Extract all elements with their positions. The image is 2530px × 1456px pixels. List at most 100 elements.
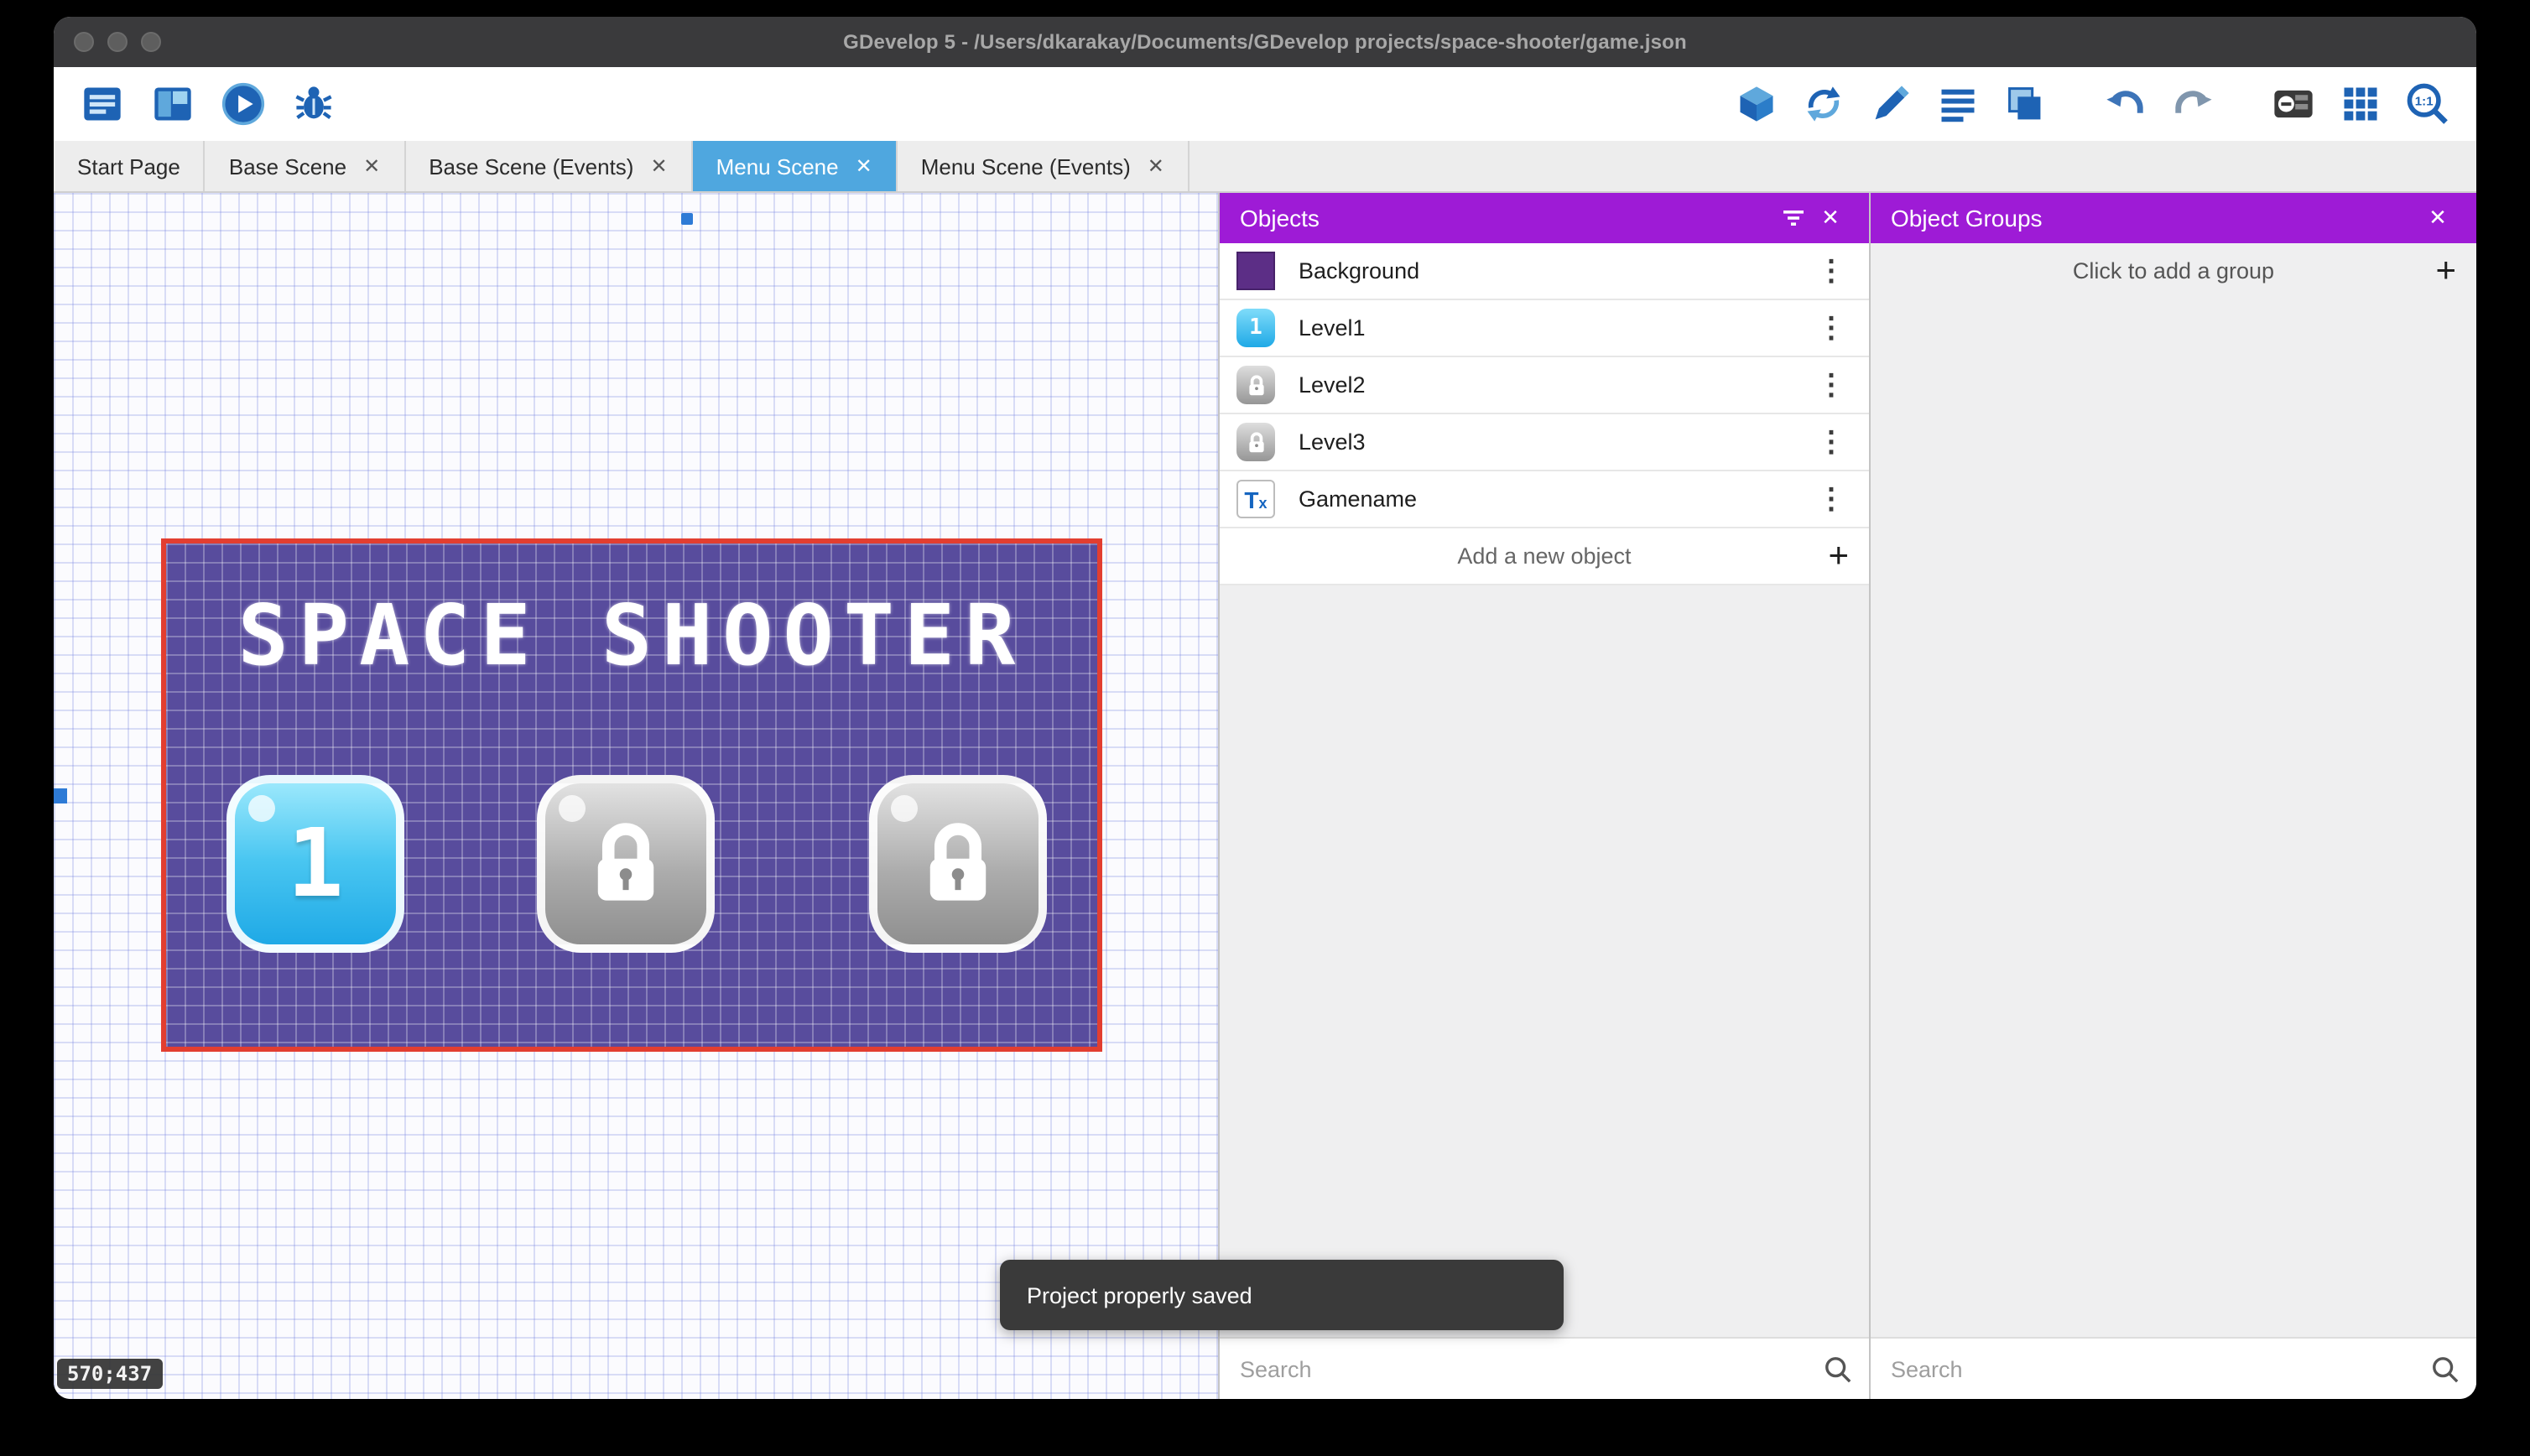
- redo-icon: [2169, 82, 2216, 126]
- scene-canvas[interactable]: SPACE SHOOTER 1: [54, 193, 1218, 1399]
- locked-object-icon: [1236, 366, 1275, 404]
- project-manager-button[interactable]: [77, 79, 128, 129]
- object-row-background[interactable]: Background ⋮: [1220, 243, 1869, 300]
- tab-base-scene-events[interactable]: Base Scene (Events) ✕: [405, 141, 692, 191]
- object-row-level1[interactable]: 1 Level1 ⋮: [1220, 300, 1869, 357]
- layers-icon: [2003, 82, 2047, 126]
- gdevelop-window: GDevelop 5 - /Users/dkarakay/Documents/G…: [54, 17, 2476, 1399]
- groups-panel-empty-area: [1871, 299, 2476, 1337]
- level2-button-instance[interactable]: [537, 775, 715, 953]
- open-object-groups-button[interactable]: [1799, 79, 1849, 129]
- render-options-button[interactable]: [2268, 79, 2319, 129]
- locked-object-icon: [1236, 423, 1275, 461]
- selection-handle[interactable]: [681, 213, 693, 225]
- object-groups-panel-title: Object Groups: [1891, 205, 2043, 231]
- open-properties-button[interactable]: [1866, 79, 1916, 129]
- add-object-row[interactable]: Add a new object +: [1220, 528, 1869, 585]
- preview-button[interactable]: [218, 79, 268, 129]
- padlock-icon: [919, 819, 997, 909]
- window-title: GDevelop 5 - /Users/dkarakay/Documents/G…: [843, 30, 1687, 54]
- close-icon[interactable]: ✕: [856, 156, 872, 176]
- redo-button[interactable]: [2168, 79, 2218, 129]
- game-title-text[interactable]: SPACE SHOOTER: [166, 587, 1097, 684]
- objects-search-input[interactable]: [1236, 1355, 1810, 1383]
- filter-icon[interactable]: [1775, 200, 1812, 237]
- add-group-row[interactable]: Click to add a group +: [1871, 243, 2476, 299]
- save-toast: Project properly saved: [1000, 1260, 1564, 1330]
- open-objects-editor-button[interactable]: [1731, 79, 1782, 129]
- grid-icon: [2339, 82, 2382, 126]
- editor-content: SPACE SHOOTER 1: [54, 193, 2476, 1399]
- tab-base-scene[interactable]: Base Scene ✕: [206, 141, 405, 191]
- toast-message: Project properly saved: [1027, 1282, 1252, 1308]
- instances-list-icon: [1936, 82, 1980, 126]
- object-row-gamename[interactable]: Tx Gamename ⋮: [1220, 471, 1869, 528]
- search-icon[interactable]: [1824, 1355, 1852, 1383]
- traffic-lights: [74, 17, 161, 67]
- object-row-level2[interactable]: Level2 ⋮: [1220, 357, 1869, 414]
- plus-icon[interactable]: +: [2435, 253, 2456, 289]
- objects-panel-empty-area: [1220, 585, 1869, 1337]
- close-icon[interactable]: ✕: [650, 156, 667, 176]
- cursor-coordinates: 570;437: [57, 1359, 162, 1389]
- background-object-icon: [1236, 252, 1275, 290]
- main-toolbar: 1:1: [54, 67, 2476, 141]
- level1-number: 1: [287, 809, 343, 918]
- minimize-window-icon[interactable]: [107, 32, 128, 52]
- close-icon[interactable]: ✕: [1812, 200, 1849, 237]
- svg-text:1:1: 1:1: [2415, 95, 2434, 109]
- mask-icon: [2270, 82, 2317, 126]
- zoom-window-icon[interactable]: [141, 32, 161, 52]
- plus-icon[interactable]: +: [1828, 538, 1849, 574]
- objects-panel-title: Objects: [1240, 205, 1320, 231]
- undo-button[interactable]: [2101, 79, 2151, 129]
- toolbar-left-group: [77, 79, 339, 129]
- pencil-icon: [1869, 82, 1913, 126]
- search-icon[interactable]: [2431, 1355, 2460, 1383]
- titlebar: GDevelop 5 - /Users/dkarakay/Documents/G…: [54, 17, 2476, 67]
- selection-handle[interactable]: [54, 788, 67, 803]
- tab-menu-scene[interactable]: Menu Scene ✕: [693, 141, 898, 191]
- debug-button[interactable]: [289, 79, 339, 129]
- tab-menu-scene-events[interactable]: Menu Scene (Events) ✕: [898, 141, 1190, 191]
- project-manager-icon: [81, 82, 124, 126]
- new-scene-button[interactable]: [148, 79, 198, 129]
- open-instances-list-button[interactable]: [1933, 79, 1983, 129]
- close-icon[interactable]: ✕: [1148, 156, 1164, 176]
- undo-icon: [2102, 82, 2149, 126]
- close-icon[interactable]: ✕: [2419, 200, 2456, 237]
- level3-button-instance[interactable]: [869, 775, 1047, 953]
- object-menu-icon[interactable]: ⋮: [1810, 425, 1852, 459]
- object-groups-panel: Object Groups ✕ Click to add a group +: [1869, 193, 2476, 1399]
- scene-window-icon: [151, 82, 195, 126]
- open-layers-editor-button[interactable]: [2000, 79, 2050, 129]
- object-menu-icon[interactable]: ⋮: [1810, 482, 1852, 516]
- object-menu-icon[interactable]: ⋮: [1810, 254, 1852, 288]
- padlock-icon: [587, 819, 664, 909]
- object-groups-panel-header: Object Groups ✕: [1871, 193, 2476, 243]
- text-object-icon: Tx: [1236, 480, 1275, 518]
- groups-search-row: [1871, 1337, 2476, 1399]
- objects-search-row: [1220, 1337, 1869, 1399]
- zoom-button[interactable]: 1:1: [2402, 79, 2453, 129]
- close-icon[interactable]: ✕: [363, 156, 380, 176]
- zoom-one-to-one-icon: 1:1: [2404, 81, 2451, 127]
- tab-start-page[interactable]: Start Page: [54, 141, 206, 191]
- toolbar-right-group: 1:1: [1731, 79, 2453, 129]
- object-menu-icon[interactable]: ⋮: [1810, 368, 1852, 402]
- objects-panel-header: Objects ✕: [1220, 193, 1869, 243]
- groups-search-input[interactable]: [1887, 1355, 2418, 1383]
- play-icon: [220, 81, 267, 127]
- scene-background-instance[interactable]: SPACE SHOOTER 1: [161, 538, 1102, 1052]
- screen: GDevelop 5 - /Users/dkarakay/Documents/G…: [0, 0, 2530, 1456]
- objects-panel: Objects ✕ Background ⋮: [1218, 193, 1869, 1399]
- object-row-level3[interactable]: Level3 ⋮: [1220, 414, 1869, 471]
- close-window-icon[interactable]: [74, 32, 94, 52]
- tab-bar: Start Page Base Scene ✕ Base Scene (Even…: [54, 141, 2476, 193]
- grid-options-button[interactable]: [2335, 79, 2386, 129]
- level1-object-icon: 1: [1236, 309, 1275, 347]
- bug-icon: [292, 82, 336, 126]
- group-arrows-icon: [1802, 82, 1845, 126]
- level1-button-instance[interactable]: 1: [226, 775, 404, 953]
- object-menu-icon[interactable]: ⋮: [1810, 311, 1852, 345]
